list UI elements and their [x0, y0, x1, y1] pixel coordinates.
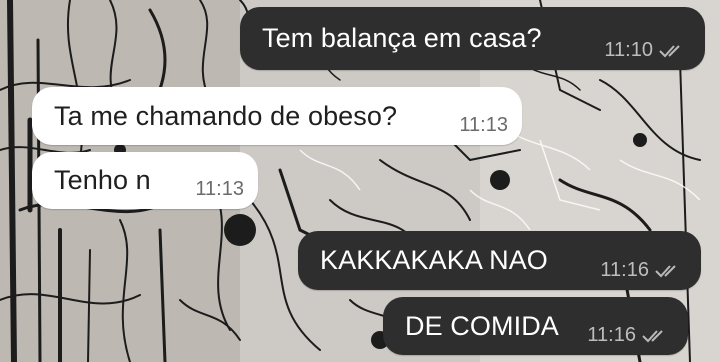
message-text: Tem balança em casa?: [262, 23, 542, 53]
message-meta: 11:13: [195, 178, 244, 201]
double-check-icon: [655, 264, 676, 277]
message-time: 11:13: [195, 178, 244, 200]
double-check-icon: [642, 329, 663, 342]
message-bubble-incoming[interactable]: Ta me chamando de obeso? 11:13: [32, 87, 522, 145]
message-text: Tenho n: [54, 165, 151, 195]
message-meta: 11:16: [600, 259, 685, 282]
message-meta: 11:13: [459, 114, 508, 137]
message-time: 11:13: [459, 114, 508, 136]
double-check-icon: [659, 44, 680, 57]
message-bubble-outgoing[interactable]: KAKKAKAKA NAO 11:16: [298, 231, 701, 290]
message-text: KAKKAKAKA NAO: [320, 245, 548, 275]
message-meta: 11:10: [604, 39, 689, 62]
message-meta: 11:16: [587, 324, 672, 347]
message-bubble-outgoing[interactable]: DE COMIDA 11:16: [383, 297, 688, 355]
message-text: Ta me chamando de obeso?: [54, 100, 398, 131]
message-time: 11:16: [587, 324, 636, 346]
message-time: 11:16: [600, 259, 649, 281]
message-time: 11:10: [604, 39, 653, 61]
message-bubble-outgoing[interactable]: Tem balança em casa? 11:10: [240, 7, 705, 70]
message-bubble-incoming[interactable]: Tenho n 11:13: [32, 152, 258, 209]
message-text: DE COMIDA: [405, 310, 559, 341]
